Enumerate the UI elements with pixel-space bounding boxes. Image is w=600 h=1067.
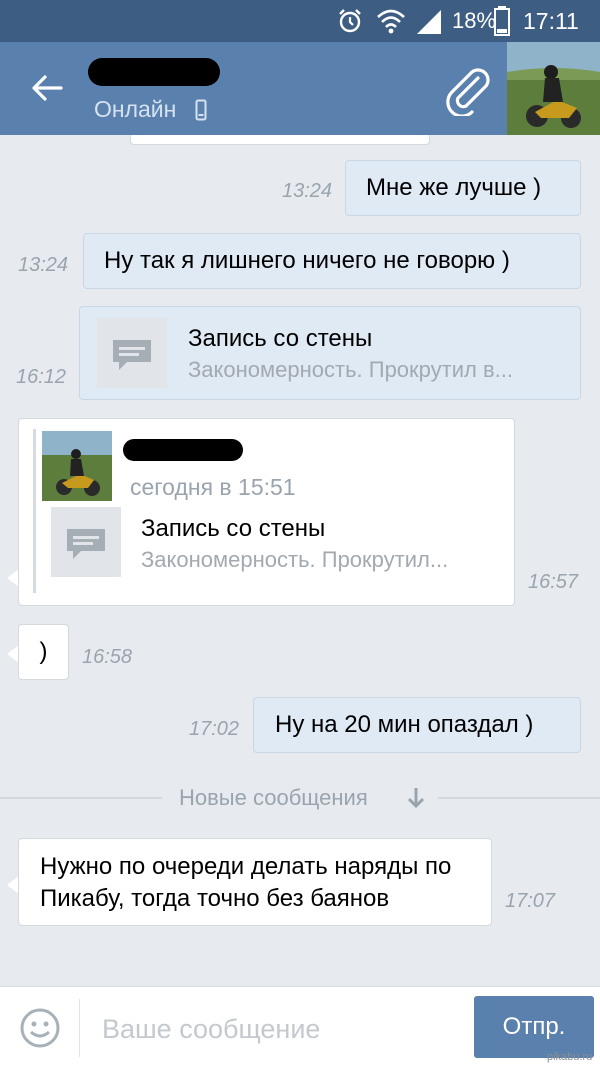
message-bubble-outgoing[interactable]: Ну так я лишнего ничего не говорю ) bbox=[83, 233, 581, 289]
message-time: 17:07 bbox=[505, 890, 556, 912]
attach-icon[interactable] bbox=[440, 62, 494, 116]
battery-percent: 18% bbox=[452, 8, 497, 33]
message-bubble-incoming[interactable]: Нужно по очереди делать наряды по Пикабу… bbox=[18, 838, 492, 926]
forwarded-author-redacted bbox=[123, 439, 243, 461]
signal-icon bbox=[417, 10, 441, 34]
divider-line bbox=[0, 797, 162, 799]
forwarded-avatar bbox=[42, 431, 112, 501]
contact-avatar[interactable] bbox=[507, 42, 600, 135]
message-bubble-outgoing[interactable]: Ну на 20 мин опаздал ) bbox=[253, 697, 581, 753]
message-time: 17:02 bbox=[189, 718, 240, 740]
message-bubble-incoming[interactable]: ) bbox=[18, 624, 69, 680]
status-bar: 18% 17:11 bbox=[0, 0, 600, 42]
wall-post-icon bbox=[97, 318, 167, 388]
new-messages-divider: Новые сообщения bbox=[179, 785, 368, 810]
wall-post-icon bbox=[51, 507, 121, 577]
message-time: 13:24 bbox=[282, 180, 333, 202]
message-text: Нужно по очереди делать наряды по Пикабу… bbox=[40, 853, 452, 912]
message-time: 13:24 bbox=[18, 254, 69, 276]
battery-icon bbox=[494, 6, 510, 36]
message-bubble-outgoing[interactable]: Мне же лучше ) bbox=[345, 160, 581, 216]
message-bubble-partial bbox=[130, 135, 430, 145]
composer-separator bbox=[79, 999, 80, 1057]
message-time: 16:12 bbox=[16, 366, 67, 388]
clock: 17:11 bbox=[523, 8, 579, 34]
message-text: Ну на 20 мин опаздал ) bbox=[275, 711, 534, 738]
back-arrow-icon[interactable] bbox=[31, 74, 63, 102]
watermark: pikabu.ru bbox=[547, 1051, 593, 1063]
message-bubble-incoming[interactable]: сегодня в 15:51 Запись со стены Закономе… bbox=[18, 418, 515, 606]
message-input[interactable] bbox=[100, 1005, 464, 1053]
alarm-icon bbox=[339, 9, 361, 33]
message-time: 16:58 bbox=[82, 646, 133, 668]
message-text: ) bbox=[39, 638, 48, 665]
phone-icon bbox=[195, 99, 207, 121]
wall-post-snippet: Закономерность. Прокрутил... bbox=[141, 547, 449, 572]
wifi-icon bbox=[377, 9, 405, 34]
online-status: Онлайн bbox=[94, 96, 177, 122]
forward-quote-bar bbox=[33, 429, 36, 593]
arrow-down-icon bbox=[407, 788, 425, 809]
message-text: Мне же лучше ) bbox=[366, 174, 542, 201]
chat-header: Онлайн bbox=[0, 42, 600, 135]
send-button[interactable]: Отпр. bbox=[474, 996, 594, 1058]
message-time: 16:57 bbox=[528, 571, 579, 593]
message-text: Ну так я лишнего ничего не говорю ) bbox=[104, 247, 510, 274]
wall-post-title: Запись со стены bbox=[188, 325, 373, 352]
emoji-icon[interactable] bbox=[19, 1007, 61, 1049]
message-bubble-outgoing[interactable]: Запись со стены Закономерность. Прокрути… bbox=[79, 306, 581, 400]
message-composer: Отпр. pikabu.ru bbox=[0, 986, 600, 1067]
forwarded-date: сегодня в 15:51 bbox=[130, 474, 296, 500]
divider-line bbox=[438, 797, 600, 799]
contact-name-redacted[interactable] bbox=[88, 58, 220, 86]
wall-post-title: Запись со стены bbox=[141, 515, 326, 542]
wall-post-snippet: Закономерность. Прокрутил в... bbox=[188, 357, 513, 382]
